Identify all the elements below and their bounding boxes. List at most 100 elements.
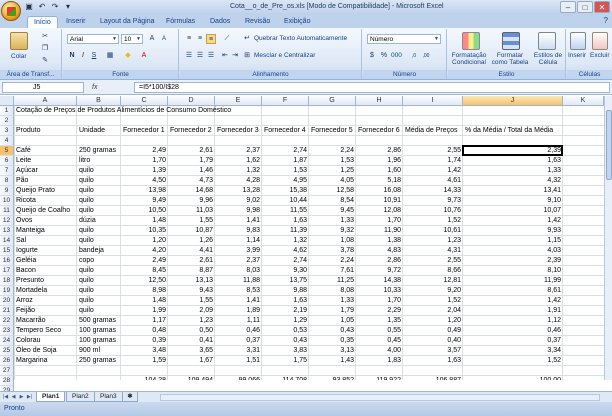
- row-header-28[interactable]: 28: [0, 376, 14, 386]
- cell-d22[interactable]: 1,23: [168, 316, 215, 326]
- cell-i9[interactable]: 14,33: [403, 186, 463, 196]
- cell-g10[interactable]: 8,54: [309, 196, 356, 206]
- cut-icon[interactable]: ✂: [40, 32, 50, 42]
- cell-b25[interactable]: 900 ml: [77, 346, 121, 356]
- cell-h17[interactable]: 9,72: [356, 266, 403, 276]
- cell-g17[interactable]: 7,61: [309, 266, 356, 276]
- cell-h19[interactable]: 10,33: [356, 286, 403, 296]
- cell-f8[interactable]: 4,95: [262, 176, 309, 186]
- cell-d21[interactable]: 2,09: [168, 306, 215, 316]
- tab-dados[interactable]: Dados: [210, 16, 230, 28]
- cell-e20[interactable]: 1,41: [215, 296, 262, 306]
- row-header-15[interactable]: 15: [0, 246, 14, 256]
- cell-d5[interactable]: 2,61: [168, 146, 215, 156]
- cell-i21[interactable]: 2,04: [403, 306, 463, 316]
- cell-h23[interactable]: 0,55: [356, 326, 403, 336]
- cell-e5[interactable]: 2,37: [215, 146, 262, 156]
- cell-i24[interactable]: 0,40: [403, 336, 463, 346]
- cell-g25[interactable]: 3,13: [309, 346, 356, 356]
- paste-button[interactable]: Colar: [11, 53, 27, 61]
- cell-j24[interactable]: 0,37: [463, 336, 563, 346]
- cell-c6[interactable]: 1,70: [121, 156, 168, 166]
- cell-c5[interactable]: 2,49: [121, 146, 168, 156]
- cell-h7[interactable]: 1,60: [356, 166, 403, 176]
- cell-e15[interactable]: 3,99: [215, 246, 262, 256]
- cell-j11[interactable]: 10,07: [463, 206, 563, 216]
- cell-i16[interactable]: 2,55: [403, 256, 463, 266]
- cell-c16[interactable]: 2,49: [121, 256, 168, 266]
- save-icon[interactable]: ▣: [24, 2, 34, 12]
- cell-b21[interactable]: quilo: [77, 306, 121, 316]
- redo-icon[interactable]: ↷: [50, 2, 60, 12]
- cell-a1[interactable]: Cotação de Preços de Produtos Alimentíci…: [14, 106, 233, 116]
- sheet-tab-plan3[interactable]: Plan3: [94, 392, 123, 402]
- column-header-j[interactable]: J: [463, 96, 563, 106]
- cell-a24[interactable]: Colorau: [14, 336, 77, 346]
- cell-d3[interactable]: Fornecedor 2: [168, 126, 215, 136]
- cell-i10[interactable]: 9,73: [403, 196, 463, 206]
- cell-i19[interactable]: 9,20: [403, 286, 463, 296]
- row-header-5[interactable]: 5: [0, 146, 14, 156]
- cell-h6[interactable]: 1,96: [356, 156, 403, 166]
- cell-g15[interactable]: 3,78: [309, 246, 356, 256]
- cell-h20[interactable]: 1,70: [356, 296, 403, 306]
- customize-qat-icon[interactable]: ▾: [63, 2, 73, 12]
- row-header-23[interactable]: 23: [0, 326, 14, 336]
- row-header-27[interactable]: 27: [0, 366, 14, 376]
- cell-e21[interactable]: 1,89: [215, 306, 262, 316]
- cell-j17[interactable]: 8,10: [463, 266, 563, 276]
- cell-h28[interactable]: 119,922: [356, 376, 403, 380]
- cell-g21[interactable]: 1,79: [309, 306, 356, 316]
- undo-icon[interactable]: ↶: [37, 2, 47, 12]
- cell-b10[interactable]: quilo: [77, 196, 121, 206]
- cell-b23[interactable]: 100 gramas: [77, 326, 121, 336]
- cell-j18[interactable]: 11,99: [463, 276, 563, 286]
- cell-a17[interactable]: Bacon: [14, 266, 77, 276]
- cell-g13[interactable]: 9,32: [309, 226, 356, 236]
- cell-g8[interactable]: 4,05: [309, 176, 356, 186]
- cell-c14[interactable]: 1,20: [121, 236, 168, 246]
- format-painter-icon[interactable]: ✎: [40, 56, 50, 66]
- cell-j10[interactable]: 9,10: [463, 196, 563, 206]
- cell-j23[interactable]: 0,46: [463, 326, 563, 336]
- cell-h15[interactable]: 4,83: [356, 246, 403, 256]
- cell-f25[interactable]: 3,83: [262, 346, 309, 356]
- conditional-format-button[interactable]: Formatação Condicional: [450, 52, 488, 66]
- cell-b24[interactable]: 100 gramas: [77, 336, 121, 346]
- cell-h3[interactable]: Fornecedor 6: [356, 126, 403, 136]
- cell-c9[interactable]: 13,98: [121, 186, 168, 196]
- cell-f18[interactable]: 13,75: [262, 276, 309, 286]
- sheet-tab-plan1[interactable]: Plan1: [36, 392, 66, 402]
- cell-b26[interactable]: 250 gramas: [77, 356, 121, 366]
- cell-d13[interactable]: 10,87: [168, 226, 215, 236]
- tab-formulas[interactable]: Fórmulas: [166, 16, 195, 28]
- insert-sheet-icon[interactable]: ✱: [122, 392, 138, 402]
- cell-e16[interactable]: 2,37: [215, 256, 262, 266]
- decrease-decimal-icon[interactable]: ,00: [421, 51, 431, 61]
- delete-button[interactable]: Excluir: [590, 52, 610, 60]
- font-size-combo[interactable]: 10 ▼: [121, 34, 143, 44]
- cell-f11[interactable]: 11,55: [262, 206, 309, 216]
- cell-d11[interactable]: 11,03: [168, 206, 215, 216]
- cell-i23[interactable]: 0,49: [403, 326, 463, 336]
- cell-b15[interactable]: bandeja: [77, 246, 121, 256]
- wrap-text-button[interactable]: Quebrar Texto Automaticamente: [254, 35, 347, 43]
- cell-e14[interactable]: 1,14: [215, 236, 262, 246]
- insert-cells-icon[interactable]: [570, 32, 586, 50]
- cell-b20[interactable]: quilo: [77, 296, 121, 306]
- cell-c17[interactable]: 8,45: [121, 266, 168, 276]
- cell-j19[interactable]: 8,61: [463, 286, 563, 296]
- cell-i28[interactable]: 106,887: [403, 376, 463, 380]
- cell-h13[interactable]: 11,90: [356, 226, 403, 236]
- column-header-f[interactable]: F: [262, 96, 309, 106]
- help-icon[interactable]: ?: [604, 16, 608, 25]
- cell-f5[interactable]: 2,74: [262, 146, 309, 156]
- cell-b22[interactable]: 500 gramas: [77, 316, 121, 326]
- cell-styles-icon[interactable]: [538, 32, 556, 50]
- cell-e11[interactable]: 9,98: [215, 206, 262, 216]
- increase-indent-icon[interactable]: ⇥: [230, 51, 240, 61]
- row-header-20[interactable]: 20: [0, 296, 14, 306]
- cell-c18[interactable]: 12,50: [121, 276, 168, 286]
- cell-i7[interactable]: 1,42: [403, 166, 463, 176]
- cell-f19[interactable]: 9,88: [262, 286, 309, 296]
